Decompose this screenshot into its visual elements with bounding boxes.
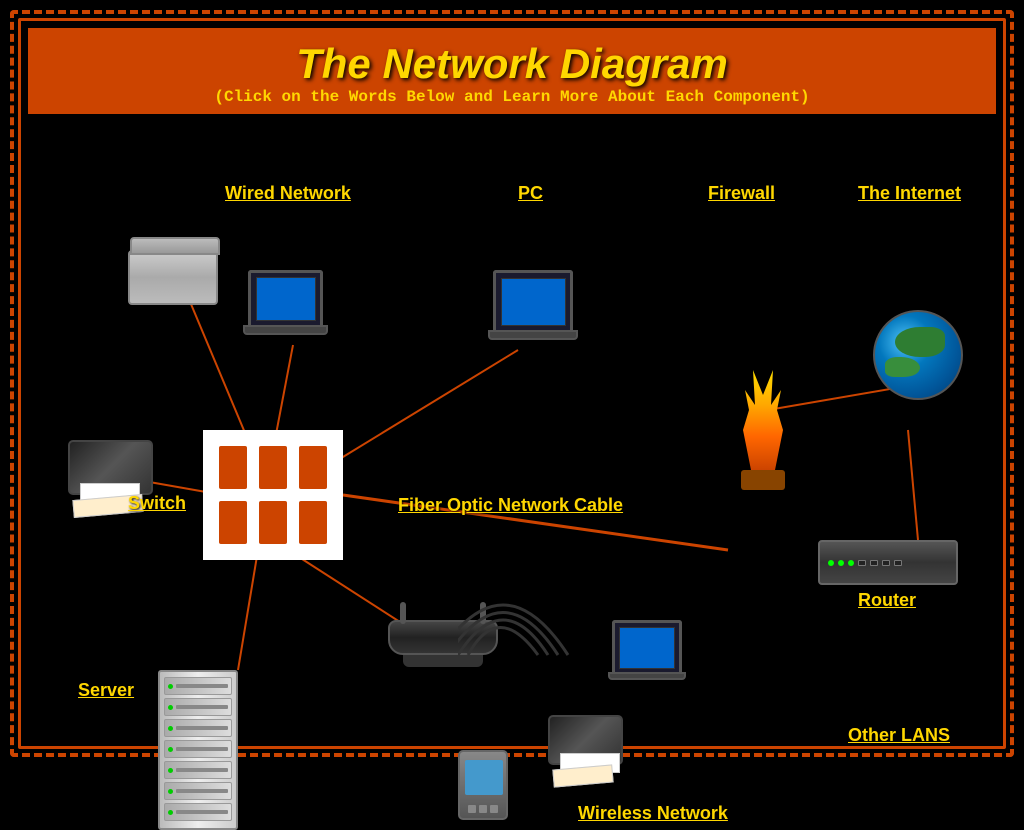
other-lans-label[interactable]: Other LANS (848, 725, 950, 746)
router-label[interactable]: Router (858, 590, 916, 611)
diagram-area: Wired Network PC Firewall The Internet F… (28, 130, 996, 750)
laptop-wired-1 (243, 270, 328, 335)
switch-label[interactable]: Switch (128, 493, 186, 514)
wired-network-label[interactable]: Wired Network (225, 183, 351, 204)
header: The Network Diagram (Click on the Words … (28, 28, 996, 114)
laptop-pc (488, 270, 578, 340)
server-icon (158, 670, 238, 830)
router-icon (818, 540, 958, 585)
scanner-lid (130, 237, 220, 255)
laptop-wireless (608, 620, 686, 680)
page-title: The Network Diagram (38, 40, 986, 88)
pc-screen (493, 270, 573, 330)
the-internet-label[interactable]: The Internet (858, 183, 961, 204)
wireless-network-label[interactable]: Wireless Network (578, 803, 728, 824)
printer-icon-wireless (548, 715, 623, 765)
switch-icon (203, 430, 343, 560)
firewall-icon (738, 370, 788, 500)
printer-icon-1 (68, 440, 153, 495)
server-label[interactable]: Server (78, 680, 134, 701)
wireless-laptop-screen (612, 620, 682, 672)
pda-icon (458, 750, 508, 820)
page-subtitle: (Click on the Words Below and Learn More… (38, 88, 986, 106)
pc-label[interactable]: PC (518, 183, 543, 204)
fiber-optic-label[interactable]: Fiber Optic Network Cable (398, 495, 623, 516)
scanner-icon (128, 250, 218, 305)
laptop-screen (248, 270, 323, 325)
firewall-label[interactable]: Firewall (708, 183, 775, 204)
globe-icon (873, 310, 963, 400)
